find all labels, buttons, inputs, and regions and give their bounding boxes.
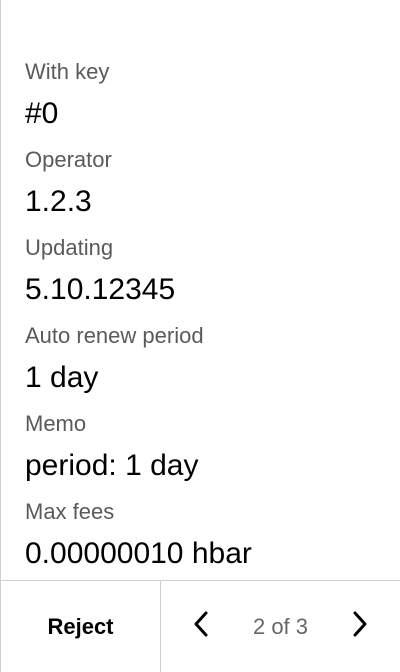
field-label: Updating [25, 235, 114, 260]
chevron-right-icon [351, 610, 369, 643]
field-operator: Operator 1.2.3 [25, 144, 388, 232]
field-auto-renew-period: Auto renew period 1 day [25, 320, 388, 408]
footer-bar: Reject 2 of 3 [1, 580, 400, 672]
field-list: With key #0 Operator 1.2.3 Updating 5.10… [25, 56, 388, 584]
page-total: 3 [295, 613, 309, 639]
review-screen: With key #0 Operator 1.2.3 Updating 5.10… [0, 0, 400, 672]
previous-page-button[interactable] [173, 581, 229, 672]
next-page-button[interactable] [332, 581, 388, 672]
page-current: 2 [252, 613, 266, 639]
field-value: 0.00000010 hbar [25, 537, 252, 570]
page-separator: of [265, 613, 296, 639]
field-value: 5.10.12345 [25, 273, 176, 306]
field-value: #0 [25, 97, 59, 130]
field-updating: Updating 5.10.12345 [25, 232, 388, 320]
reject-button[interactable]: Reject [1, 581, 161, 672]
field-value: 1 day [25, 361, 99, 394]
field-value: 1.2.3 [25, 185, 92, 218]
field-with-key: With key #0 [25, 56, 388, 144]
field-memo: Memo period: 1 day [25, 408, 388, 496]
field-label: Memo [25, 411, 87, 436]
field-label: Auto renew period [25, 323, 204, 348]
field-value: period: 1 day [25, 449, 199, 482]
field-label: With key [25, 59, 110, 84]
field-label: Max fees [25, 499, 115, 524]
field-label: Operator [25, 147, 112, 172]
chevron-left-icon [192, 610, 210, 643]
field-max-fees: Max fees 0.00000010 hbar [25, 496, 388, 584]
pager: 2 of 3 [161, 581, 400, 672]
